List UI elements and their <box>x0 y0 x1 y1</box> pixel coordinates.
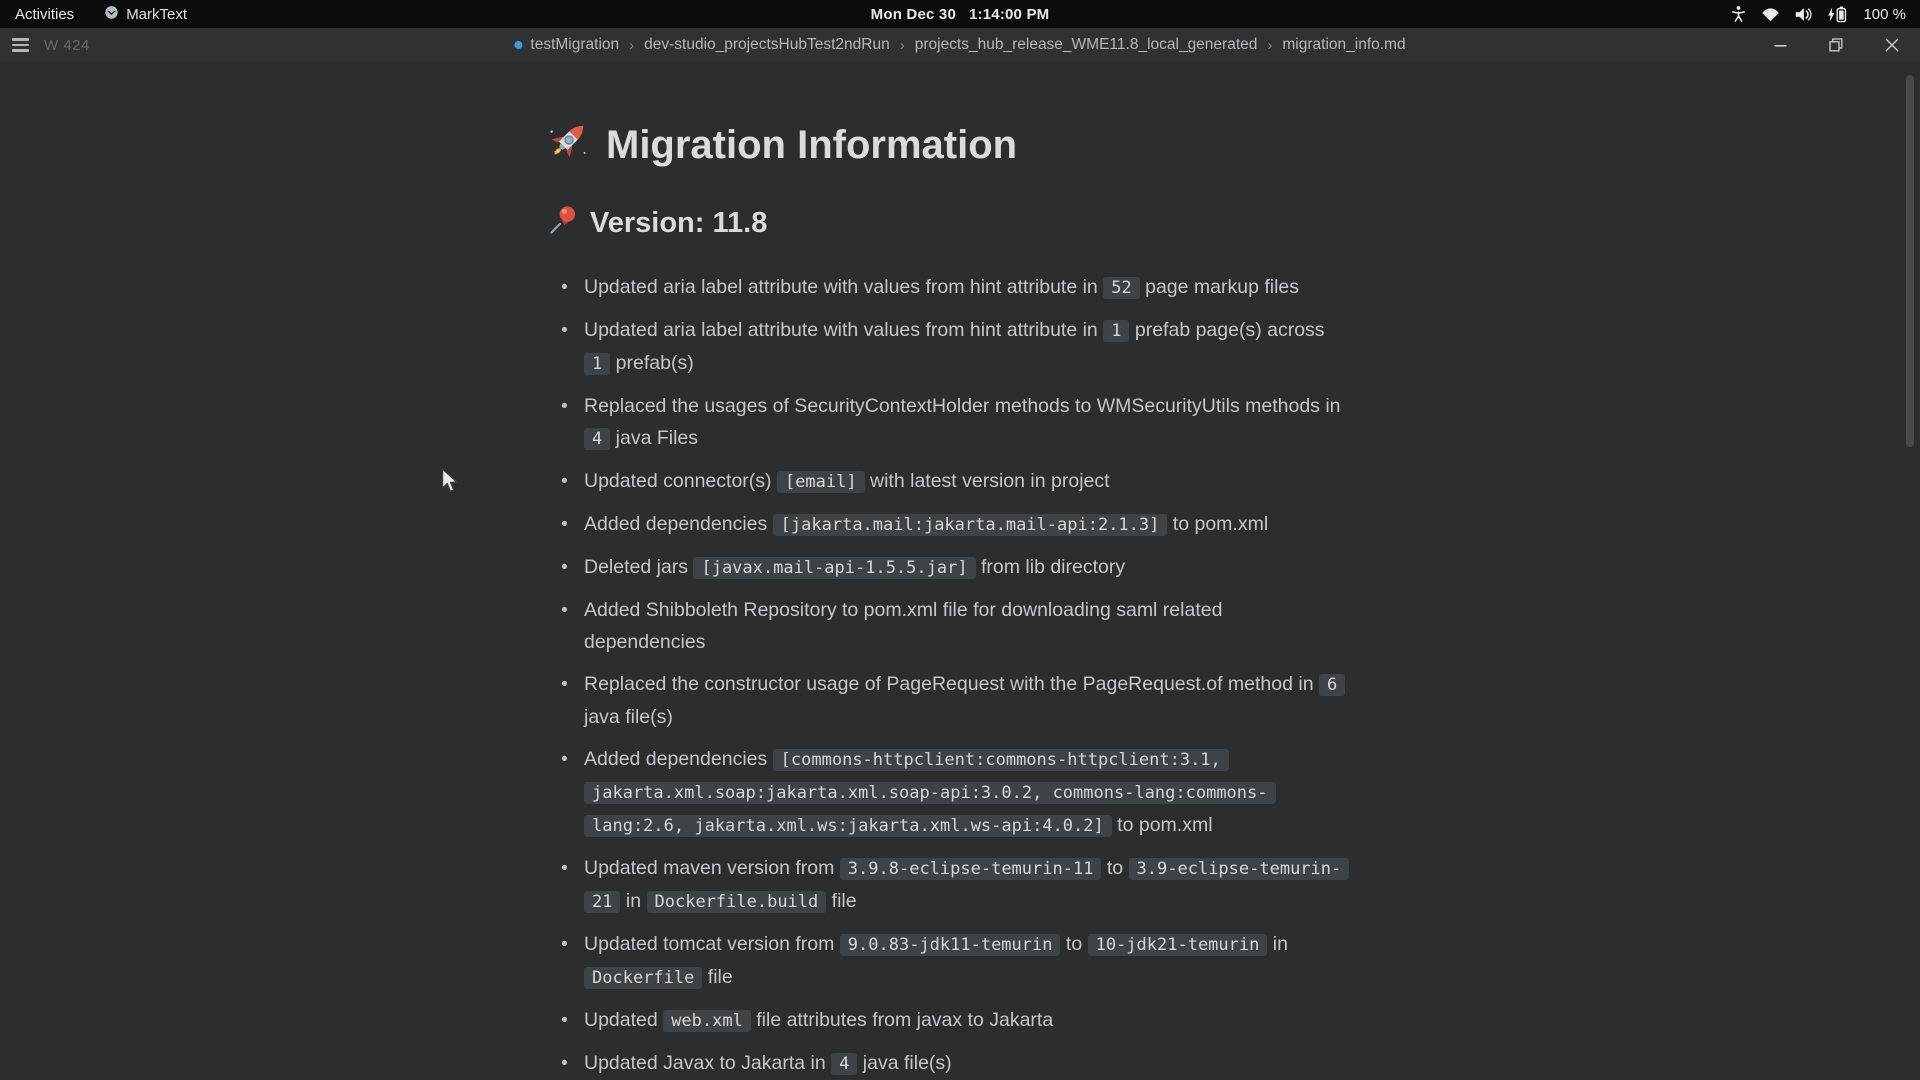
menu-hamburger-icon[interactable] <box>0 28 38 62</box>
text-segment: java Files <box>610 427 698 449</box>
unsaved-indicator-dot <box>514 41 522 49</box>
list-item: Updated aria label attribute with values… <box>584 271 1347 304</box>
breadcrumb-separator-icon: › <box>1267 37 1272 54</box>
version-heading: Version: 11.8 <box>547 204 1347 243</box>
text-segment: to pom.xml <box>1167 513 1268 535</box>
text-segment: Updated aria label attribute with values… <box>584 319 1103 341</box>
restore-button[interactable] <box>1808 28 1864 62</box>
breadcrumb-item[interactable]: projects_hub_release_WME11.8_local_gener… <box>915 36 1258 54</box>
inline-code: web.xml <box>663 1010 751 1032</box>
inline-code: [jakarta.mail:jakarta.mail-api:2.1.3] <box>773 514 1168 536</box>
bullet-list: Updated aria label attribute with values… <box>547 271 1347 1080</box>
inline-code: Dockerfile <box>584 967 702 989</box>
text-segment: from lib directory <box>976 556 1126 578</box>
inline-code: Dockerfile.build <box>647 891 827 913</box>
breadcrumb-item[interactable]: testMigration <box>530 36 619 54</box>
text-segment: Deleted jars <box>584 556 693 578</box>
list-item: Updated maven version from 3.9.8-eclipse… <box>584 852 1347 918</box>
activities-button[interactable]: Activities <box>0 0 90 28</box>
text-segment: file attributes from javax to Jakarta <box>751 1009 1053 1031</box>
vertical-scrollbar-thumb[interactable] <box>1906 75 1914 447</box>
inline-code: 4 <box>831 1053 857 1075</box>
inline-code: 6 <box>1319 674 1345 696</box>
clock-time: 1:14:00 PM <box>969 6 1049 23</box>
system-tray: 100 % <box>1730 4 1920 24</box>
system-top-bar: Activities MarkText Mon Dec 30 1:14:00 P… <box>0 0 1920 28</box>
text-segment: Replaced the constructor usage of PageRe… <box>584 673 1319 695</box>
close-button[interactable] <box>1864 28 1920 62</box>
inline-code: [email] <box>777 471 865 493</box>
focused-app-indicator[interactable]: MarkText <box>104 5 187 24</box>
inline-code: 3.9.8-eclipse-temurin-11 <box>840 858 1102 880</box>
marktext-icon <box>104 5 119 24</box>
text-segment: Replaced the usages of SecurityContextHo… <box>584 395 1341 417</box>
battery-charging-icon[interactable] <box>1827 5 1849 24</box>
text-segment: to <box>1060 933 1087 955</box>
breadcrumb-item[interactable]: dev-studio_projectsHubTest2ndRun <box>644 36 890 54</box>
text-segment: prefab(s) <box>610 352 693 374</box>
list-item: Updated Javax to Jakarta in 4 java file(… <box>584 1047 1347 1080</box>
list-item: Added Shibboleth Repository to pom.xml f… <box>584 594 1347 658</box>
text-segment: with latest version in project <box>865 470 1110 492</box>
clock-date: Mon Dec 30 <box>871 6 956 23</box>
rocket-icon <box>547 118 591 172</box>
inline-code: 4 <box>584 428 610 450</box>
text-segment: Updated Javax to Jakarta in <box>584 1052 831 1074</box>
text-segment: Updated connector(s) <box>584 470 777 492</box>
window-titlebar: W 424 testMigration › dev-studio_projectsH… <box>0 28 1920 62</box>
text-segment: Updated tomcat version from <box>584 933 840 955</box>
text-segment: java file(s) <box>857 1052 951 1074</box>
list-item: Added dependencies [jakarta.mail:jakarta… <box>584 508 1347 541</box>
text-segment: Added Shibboleth Repository to pom.xml f… <box>584 599 1222 653</box>
battery-percentage: 100 % <box>1863 6 1906 23</box>
text-segment: file <box>702 966 732 988</box>
inline-code: [javax.mail-api-1.5.5.jar] <box>693 557 975 579</box>
text-segment: prefab page(s) across <box>1129 319 1324 341</box>
window-controls <box>1752 28 1920 62</box>
inline-code: 1 <box>1103 320 1129 342</box>
list-item: Replaced the constructor usage of PageRe… <box>584 668 1347 733</box>
list-item: Updated aria label attribute with values… <box>584 314 1347 380</box>
text-segment: Updated maven version from <box>584 857 840 879</box>
list-item: Added dependencies [commons-httpclient:c… <box>584 743 1347 842</box>
text-segment: to pom.xml <box>1112 814 1213 836</box>
list-item: Updated web.xml file attributes from jav… <box>584 1004 1347 1037</box>
breadcrumb: testMigration › dev-studio_projectsHubTest… <box>514 28 1405 62</box>
text-segment: java file(s) <box>584 706 673 728</box>
editor-content-area[interactable]: Migration Information Version: 11.8 Upda… <box>0 62 1920 1080</box>
minimize-button[interactable] <box>1752 28 1808 62</box>
text-segment: page markup files <box>1140 276 1299 298</box>
pushpin-icon <box>547 204 578 243</box>
accessibility-icon[interactable] <box>1730 4 1747 24</box>
page-title-text: Migration Information <box>606 123 1017 168</box>
breadcrumb-separator-icon: › <box>900 37 905 54</box>
text-segment: in <box>1267 933 1288 955</box>
page-title: Migration Information <box>547 118 1347 172</box>
clock[interactable]: Mon Dec 30 1:14:00 PM <box>871 0 1050 28</box>
focused-app-name: MarkText <box>126 6 187 23</box>
list-item: Updated tomcat version from 9.0.83-jdk11… <box>584 928 1347 994</box>
list-item: Updated connector(s) [email] with latest… <box>584 465 1347 498</box>
word-count: W 424 <box>44 37 90 54</box>
text-segment: to <box>1101 857 1128 879</box>
breadcrumb-separator-icon: › <box>629 37 634 54</box>
breadcrumb-item[interactable]: migration_info.md <box>1282 36 1405 54</box>
text-segment: in <box>620 890 646 912</box>
wifi-icon[interactable] <box>1761 7 1780 22</box>
list-item: Deleted jars [javax.mail-api-1.5.5.jar] … <box>584 551 1347 584</box>
inline-code: 9.0.83-jdk11-temurin <box>840 934 1061 956</box>
inline-code: 1 <box>584 353 610 375</box>
version-heading-text: Version: 11.8 <box>590 207 767 240</box>
text-segment: file <box>826 890 856 912</box>
text-segment: Added dependencies <box>584 513 773 535</box>
inline-code: 52 <box>1103 277 1139 299</box>
text-segment: Updated <box>584 1009 663 1031</box>
text-segment: Added dependencies <box>584 748 773 770</box>
list-item: Replaced the usages of SecurityContextHo… <box>584 390 1347 455</box>
markdown-document: Migration Information Version: 11.8 Upda… <box>547 62 1347 1080</box>
mouse-cursor <box>441 468 462 499</box>
volume-icon[interactable] <box>1794 6 1813 23</box>
inline-code: 10-jdk21-temurin <box>1088 934 1268 956</box>
text-segment: Updated aria label attribute with values… <box>584 276 1103 298</box>
